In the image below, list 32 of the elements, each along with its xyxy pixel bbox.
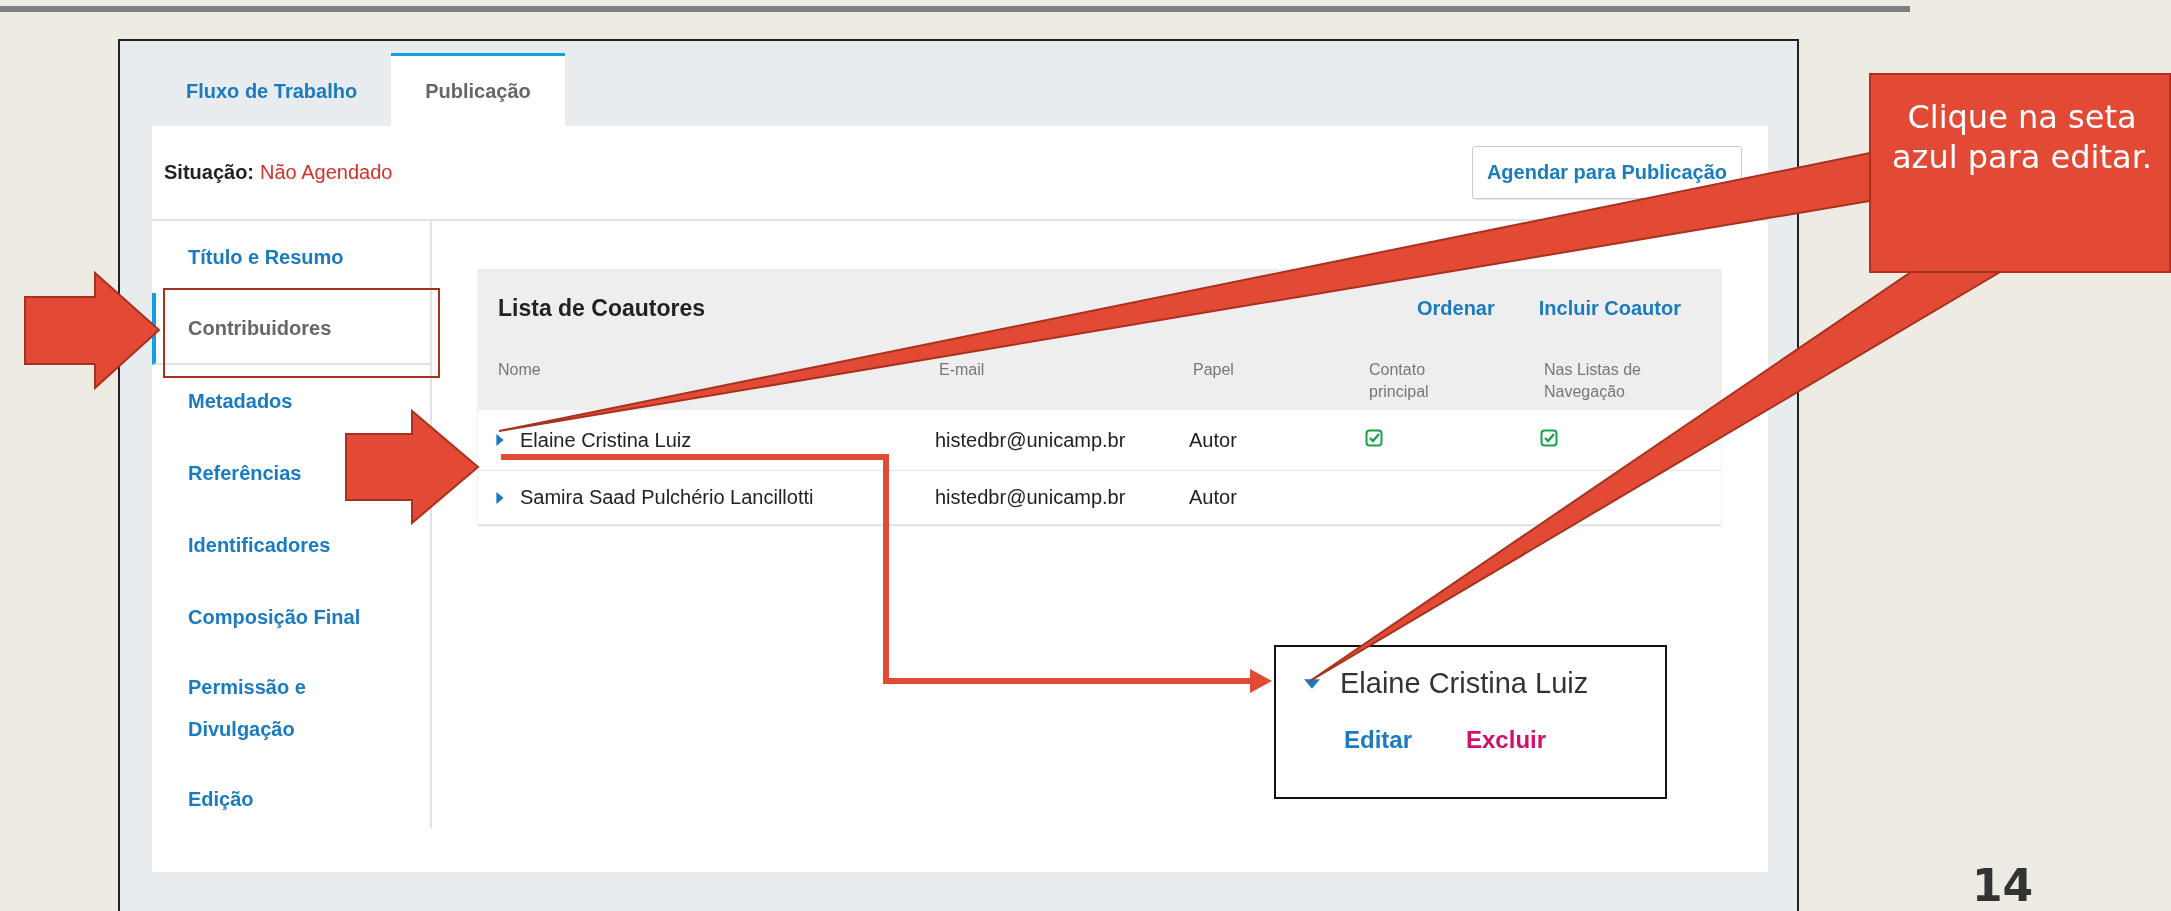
column-header: Nas Listas de Navegação [1544, 360, 1642, 402]
sidebar-item[interactable]: Título e Resumo [152, 221, 354, 293]
schedule-button[interactable]: Agendar para Publicação [1471, 146, 1742, 199]
edit-link[interactable]: Editar [1344, 726, 1412, 754]
tab[interactable]: Fluxo de Trabalho [152, 53, 392, 126]
sidebar-item[interactable]: Permissão e Divulgação [152, 653, 352, 763]
table-cell: Elaine Cristina Luiz [520, 428, 692, 452]
column-header: Papel [1193, 360, 1235, 380]
contributor-name: Elaine Cristina Luiz [1340, 667, 1589, 700]
action-link[interactable]: Ordenar [1416, 296, 1495, 320]
table-cell-text: Autor [1189, 428, 1238, 452]
table-cell-text: histedbr@unicamp.br [935, 486, 1127, 509]
action-link[interactable]: Incluir Coautor [1538, 296, 1681, 320]
table-cell-text: histedbr@unicamp.br [935, 428, 1127, 452]
table-cell-text: Autor [1189, 486, 1238, 509]
page-number: 14 [1972, 860, 2034, 911]
caret-right-icon[interactable] [494, 434, 506, 446]
caret-right-icon[interactable] [494, 491, 506, 504]
column-header: E-mail [939, 360, 986, 380]
sidebar-item[interactable]: Metadados [152, 365, 303, 437]
delete-link[interactable]: Excluir [1466, 726, 1547, 754]
sidebar-item[interactable]: Composição Final [152, 581, 371, 653]
tab[interactable]: Publicação [391, 53, 565, 126]
callout: Clique na seta azul para editar. [1869, 73, 2171, 273]
sidebar-item[interactable]: Identificadores [152, 509, 341, 581]
table-title: Lista de Coautores [498, 294, 706, 322]
column-header: Nome [498, 360, 542, 380]
table-cell: Samira Saad Pulchério Lancillotti [520, 486, 814, 509]
status-text: Situação: Não Agendado [164, 161, 393, 184]
column-header: Contato principal [1369, 360, 1430, 402]
sidebar-item[interactable]: Referências [152, 437, 312, 509]
sidebar-item[interactable]: Edição [152, 763, 264, 835]
